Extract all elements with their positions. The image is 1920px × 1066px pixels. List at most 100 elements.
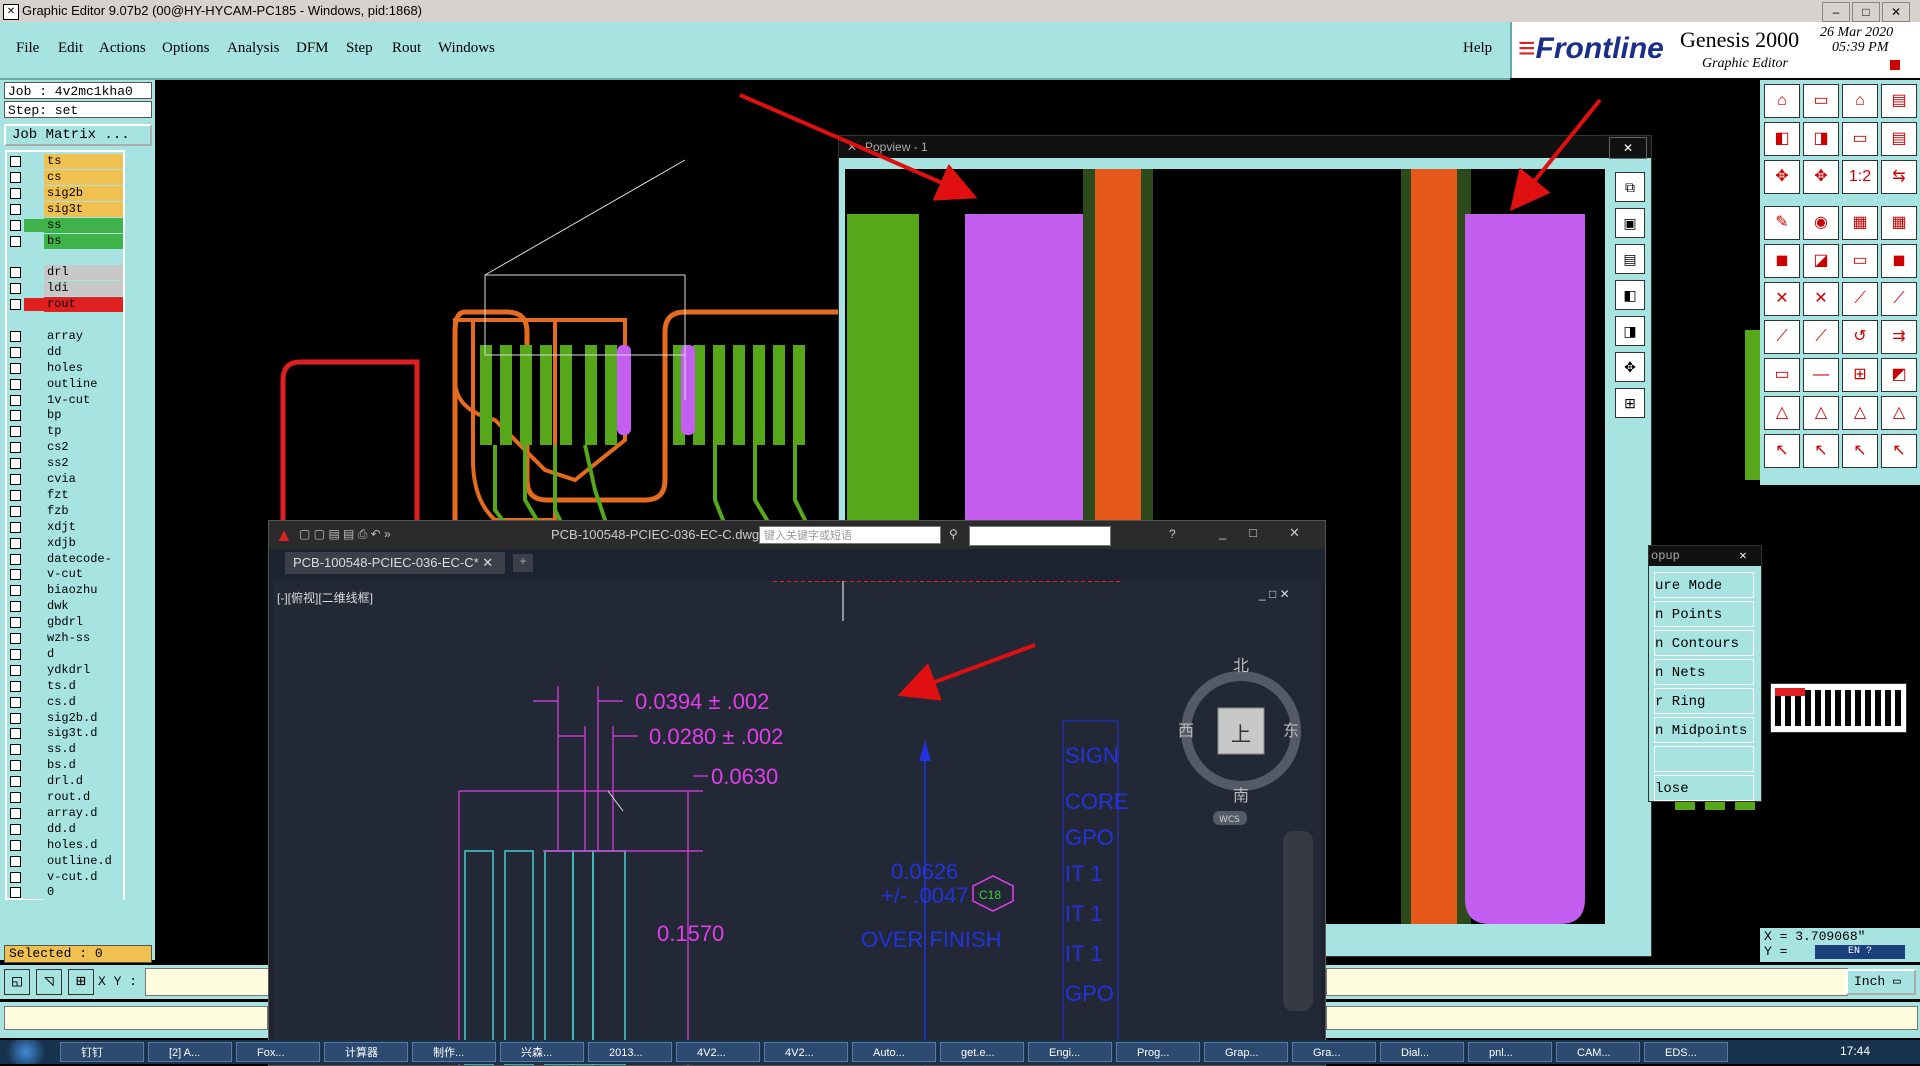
tool-button-10[interactable]: ✥ (1803, 160, 1839, 194)
tool-button-6[interactable]: ◨ (1803, 122, 1839, 156)
layer-checkbox[interactable] (10, 474, 21, 485)
layer-checkbox[interactable] (10, 505, 21, 517)
job-matrix-button[interactable]: Job Matrix ... (4, 124, 152, 146)
autocad-logo-icon[interactable]: ▲ (275, 525, 293, 546)
viewport-controls[interactable]: _ □ ✕ (1259, 587, 1290, 601)
autocad-minimize-button[interactable]: _ (1219, 525, 1226, 540)
layer-row-fzt[interactable]: fzt (7, 487, 123, 503)
tool-button-12[interactable]: ⇆ (1881, 160, 1917, 194)
layer-checkbox[interactable] (10, 346, 21, 358)
popview-tool-3[interactable]: ▤ (1615, 244, 1645, 274)
menu-actions[interactable]: Actions (99, 40, 146, 57)
layer-checkbox[interactable] (10, 585, 21, 597)
layer-row-array.d[interactable]: array.d (7, 805, 123, 821)
taskbar-item[interactable]: Prog... (1116, 1042, 1200, 1062)
taskbar-item[interactable]: 计算器 (324, 1042, 408, 1062)
tool-button-17[interactable]: ◼ (1764, 244, 1800, 278)
layer-row-dd.d[interactable]: dd.d (7, 821, 123, 837)
snap-icon[interactable]: ◱ (4, 969, 30, 995)
layer-row-cvia[interactable]: cvia (7, 472, 123, 487)
layer-checkbox[interactable] (10, 378, 21, 390)
tool-button-1[interactable]: ⌂ (1764, 84, 1800, 118)
taskbar-item[interactable]: Auto... (852, 1042, 936, 1062)
layer-checkbox[interactable] (10, 871, 21, 883)
tool-button-39[interactable]: ↖ (1842, 434, 1878, 468)
layer-row-datecode-ss[interactable]: datecode-ss (7, 551, 123, 581)
grid-icon[interactable]: ⊞ (68, 969, 94, 995)
taskbar-item[interactable]: 4V2... (764, 1042, 848, 1062)
layer-checkbox[interactable] (10, 394, 21, 406)
layer-row-v-cut.d[interactable]: v-cut.d (7, 869, 123, 885)
taskbar-item[interactable]: 兴森... (500, 1042, 584, 1062)
layer-checkbox[interactable] (10, 171, 21, 183)
autocad-login-field[interactable] (969, 526, 1111, 546)
layer-row-drl.d[interactable]: drl.d (7, 774, 123, 790)
layer-checkbox[interactable] (10, 187, 21, 199)
units-dropdown[interactable]: Inch ▭ (1846, 969, 1916, 995)
layer-checkbox[interactable] (10, 569, 21, 581)
popview-zoom-icon[interactable]: ⊞ (1615, 388, 1645, 418)
layer-checkbox[interactable] (10, 362, 21, 374)
layer-row-holes.d[interactable]: holes.d (7, 837, 123, 853)
tool-button-30[interactable]: — (1803, 358, 1839, 392)
tool-button-34[interactable]: △ (1803, 396, 1839, 430)
snap-option-1[interactable]: ure Mode (1654, 572, 1754, 598)
tool-button-16[interactable]: ▦ (1881, 206, 1917, 240)
menu-step[interactable]: Step (346, 40, 373, 57)
layer-checkbox[interactable] (10, 299, 21, 311)
layer-checkbox[interactable] (10, 203, 21, 215)
snap-option-3[interactable]: n Contours (1654, 630, 1754, 656)
layer-row-cs[interactable]: cs (7, 169, 123, 185)
layer-checkbox[interactable] (10, 855, 21, 867)
tool-button-14[interactable]: ◉ (1803, 206, 1839, 240)
tool-button-2[interactable]: ▭ (1803, 84, 1839, 118)
menu-rout[interactable]: Rout (392, 40, 421, 57)
xy-input[interactable] (145, 968, 269, 996)
binoculars-icon[interactable]: ⚲ (949, 527, 958, 541)
menu-file[interactable]: File (16, 40, 39, 57)
layer-row-sig2b.d[interactable]: sig2b.d (7, 710, 123, 726)
xy-input-extension[interactable] (1326, 968, 1848, 996)
tool-button-24[interactable]: ⟋ (1881, 282, 1917, 316)
layer-checkbox[interactable] (10, 648, 21, 660)
snap-option-6[interactable]: n Midpoints (1654, 717, 1754, 743)
layer-row-dwk[interactable]: dwk (7, 599, 123, 615)
menu-windows[interactable]: Windows (438, 40, 495, 57)
layer-checkbox[interactable] (10, 760, 21, 772)
taskbar-item[interactable]: get.e... (940, 1042, 1024, 1062)
quick-access-toolbar[interactable]: ▢ ▢ ▤ ▤ ⎙ ↶ » (299, 527, 391, 542)
layer-checkbox[interactable] (10, 887, 21, 899)
layer-row-ss2[interactable]: ss2 (7, 456, 123, 472)
layer-row-d[interactable]: d (7, 646, 123, 662)
layer-checkbox[interactable] (10, 410, 21, 422)
layer-row-ts.d[interactable]: ts.d (7, 678, 123, 694)
layer-checkbox[interactable] (10, 839, 21, 851)
layer-row-xdjb[interactable]: xdjb (7, 535, 123, 551)
tool-button-9[interactable]: ✥ (1764, 160, 1800, 194)
tool-button-23[interactable]: ⟋ (1842, 282, 1878, 316)
tool-button-37[interactable]: ↖ (1764, 434, 1800, 468)
autocad-close-button[interactable]: ✕ (1289, 525, 1300, 541)
tool-button-22[interactable]: ✕ (1803, 282, 1839, 316)
tool-button-33[interactable]: △ (1764, 396, 1800, 430)
popview-fit-icon[interactable]: ✥ (1615, 352, 1645, 382)
layer-checkbox[interactable] (10, 696, 21, 708)
layer-row-biaozhu[interactable]: biaozhu (7, 583, 123, 599)
taskbar-item[interactable]: pnl... (1468, 1042, 1552, 1062)
layer-row-gbdrl[interactable]: gbdrl (7, 615, 123, 631)
layer-checkbox[interactable] (10, 458, 21, 470)
layer-checkbox[interactable] (10, 601, 21, 613)
minimize-button[interactable]: – (1822, 2, 1850, 22)
taskbar-item[interactable]: [2] A... (148, 1042, 232, 1062)
layer-checkbox[interactable] (10, 219, 21, 231)
new-tab-button[interactable]: + (513, 554, 533, 572)
tool-button-13[interactable]: ✎ (1764, 206, 1800, 240)
layer-row-ss.d[interactable]: ss.d (7, 742, 123, 758)
start-button[interactable] (6, 1040, 46, 1064)
layer-row-holes[interactable]: holes (7, 360, 123, 376)
tool-button-31[interactable]: ⊞ (1842, 358, 1878, 392)
layer-row-ts[interactable]: ts (7, 154, 123, 169)
tool-button-8[interactable]: ▤ (1881, 122, 1917, 156)
taskbar-item[interactable]: EDS... (1644, 1042, 1728, 1062)
tool-button-32[interactable]: ◩ (1881, 358, 1917, 392)
